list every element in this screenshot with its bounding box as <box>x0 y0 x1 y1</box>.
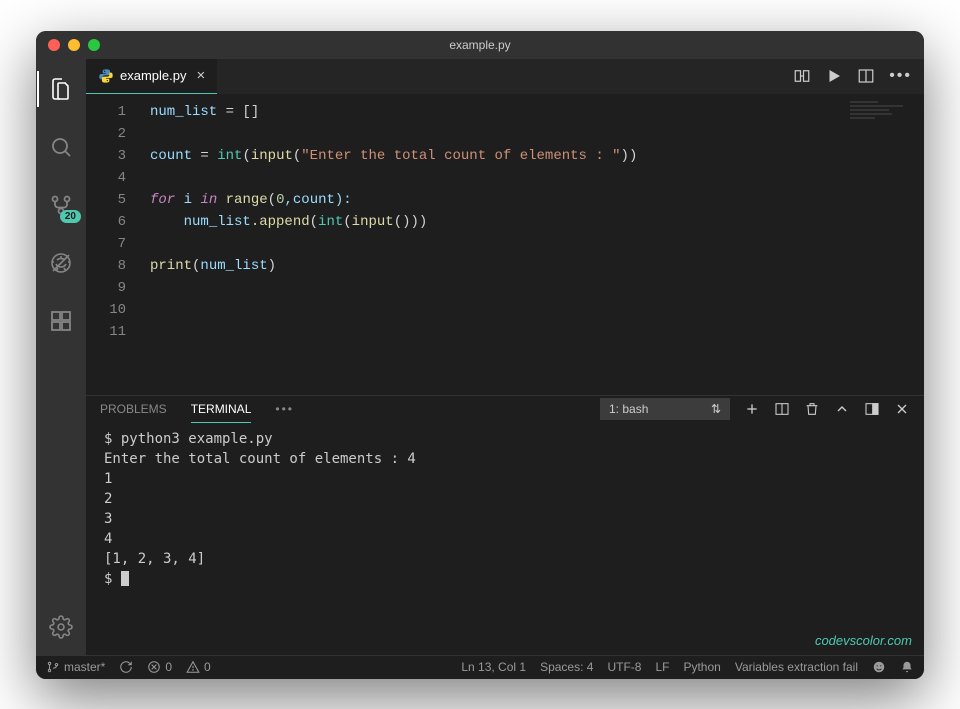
editor[interactable]: 1234567891011 num_list = [] count = int(… <box>86 95 924 395</box>
body: 20 example.py × <box>36 59 924 655</box>
status-message[interactable]: Variables extraction fail <box>735 660 858 674</box>
cursor-position[interactable]: Ln 13, Col 1 <box>461 660 526 674</box>
more-actions-icon[interactable]: ••• <box>889 67 912 85</box>
indent-info[interactable]: Spaces: 4 <box>540 660 593 674</box>
language-mode[interactable]: Python <box>683 660 720 674</box>
explorer-icon[interactable] <box>37 69 85 109</box>
titlebar: example.py <box>36 31 924 59</box>
trash-icon[interactable] <box>804 401 820 417</box>
maximize-window-button[interactable] <box>88 39 100 51</box>
main-column: example.py × ••• 1234567891011 num_list … <box>86 59 924 655</box>
encoding[interactable]: UTF-8 <box>607 660 641 674</box>
terminal-select-label: 1: bash <box>609 402 648 416</box>
window-title: example.py <box>36 38 924 52</box>
line-gutter: 1234567891011 <box>86 95 142 395</box>
chevron-up-icon[interactable] <box>834 401 850 417</box>
editor-tabs: example.py × ••• <box>86 59 924 95</box>
tab-label: example.py <box>120 68 186 83</box>
scm-badge: 20 <box>60 210 81 223</box>
maximize-panel-icon[interactable] <box>864 401 880 417</box>
chevron-updown-icon: ⇅ <box>711 402 721 416</box>
sync-icon[interactable] <box>119 660 133 674</box>
editor-actions: ••• <box>781 59 924 94</box>
bell-icon[interactable] <box>900 660 914 674</box>
panel-tabs: PROBLEMS TERMINAL ••• 1: bash ⇅ <box>86 396 924 423</box>
terminal-output[interactable]: $ python3 example.pyEnter the total coun… <box>86 423 924 655</box>
split-editor-icon[interactable] <box>857 67 875 85</box>
activity-bar: 20 <box>36 59 86 655</box>
settings-gear-icon[interactable] <box>37 607 85 647</box>
tab-terminal[interactable]: TERMINAL <box>191 396 252 423</box>
vscode-window: example.py 20 <box>36 31 924 679</box>
run-icon[interactable] <box>825 67 843 85</box>
close-panel-icon[interactable] <box>894 401 910 417</box>
search-icon[interactable] <box>37 127 85 167</box>
bottom-panel: PROBLEMS TERMINAL ••• 1: bash ⇅ <box>86 395 924 655</box>
close-icon[interactable]: × <box>196 67 205 84</box>
split-terminal-icon[interactable] <box>774 401 790 417</box>
traffic-lights <box>48 39 100 51</box>
python-file-icon <box>98 68 114 84</box>
panel-more-icon[interactable]: ••• <box>275 402 294 416</box>
minimize-window-button[interactable] <box>68 39 80 51</box>
errors-count[interactable]: 0 <box>147 660 172 674</box>
source-control-icon[interactable]: 20 <box>37 185 85 225</box>
terminal-cursor <box>121 571 129 586</box>
watermark: codevscolor.com <box>815 631 912 651</box>
extensions-icon[interactable] <box>37 301 85 341</box>
close-window-button[interactable] <box>48 39 60 51</box>
tab-problems[interactable]: PROBLEMS <box>100 396 167 422</box>
eol[interactable]: LF <box>655 660 669 674</box>
terminal-selector[interactable]: 1: bash ⇅ <box>600 398 730 420</box>
git-branch[interactable]: master* <box>46 660 105 674</box>
warnings-count[interactable]: 0 <box>186 660 211 674</box>
feedback-icon[interactable] <box>872 660 886 674</box>
code-area[interactable]: num_list = [] count = int(input("Enter t… <box>142 95 924 395</box>
compare-icon[interactable] <box>793 67 811 85</box>
new-terminal-icon[interactable] <box>744 401 760 417</box>
status-bar: master* 0 0 Ln 13, Col 1 Spaces: 4 UTF-8… <box>36 655 924 679</box>
tab-example-py[interactable]: example.py × <box>86 59 217 94</box>
debug-icon[interactable] <box>37 243 85 283</box>
